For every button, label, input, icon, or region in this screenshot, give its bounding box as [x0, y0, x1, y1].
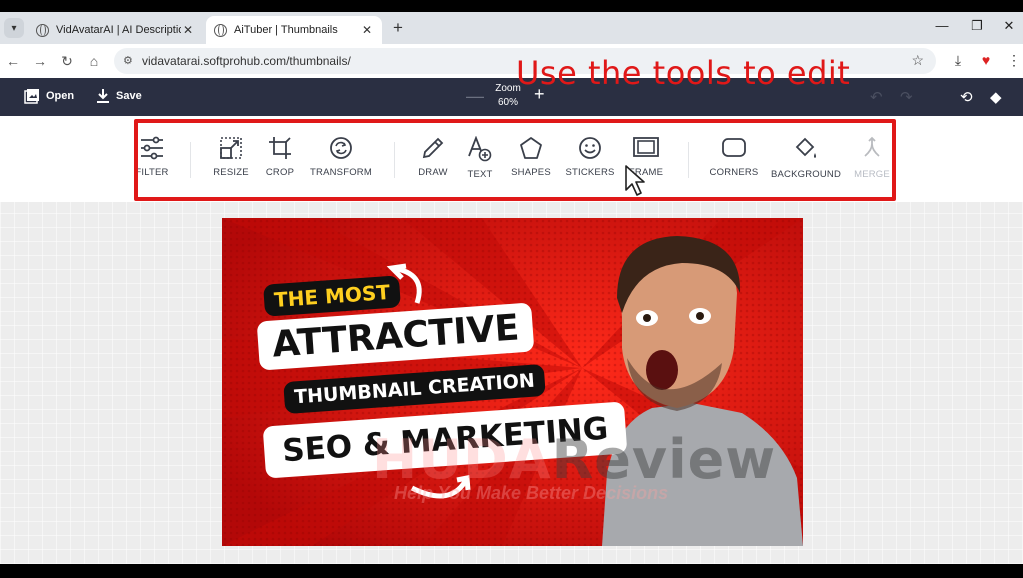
forward-button[interactable]: → — [31, 52, 49, 70]
line1-text: THE MOST — [273, 279, 391, 313]
maximize-button[interactable]: ❐ — [965, 18, 989, 34]
download-icon — [97, 89, 109, 103]
download-icon[interactable]: ⤓ — [948, 52, 968, 69]
mouse-cursor-icon — [625, 165, 645, 196]
extension-icon[interactable]: ♥ — [976, 52, 996, 68]
thumbnail-canvas[interactable]: THE MOST ATTRACTIVE THUMBNAIL CREATION S… — [222, 218, 803, 546]
home-button[interactable]: ⌂ — [85, 52, 103, 70]
menu-icon[interactable]: ⋮ — [1004, 52, 1023, 69]
watermark-a: HUDA — [372, 428, 552, 491]
watermark-b: Review — [551, 428, 777, 491]
tab-strip: ▾ VidAvatarAI | AI Description ✕ AiTuber… — [0, 12, 1023, 44]
redo-icon[interactable]: ↷ — [900, 88, 913, 106]
undo-icon[interactable]: ↶ — [870, 88, 883, 106]
zoom-value: 60% — [497, 97, 518, 108]
editor-header: Open Save — Zoom 60% + ↶ ↷ ⟲ ◆ — [0, 78, 1023, 116]
canvas-area[interactable]: THE MOST ATTRACTIVE THUMBNAIL CREATION S… — [0, 202, 1023, 564]
tab-title: AiTuber | Thumbnails — [234, 24, 338, 36]
save-button[interactable]: Save — [96, 88, 142, 104]
zoom-out-button[interactable]: — — [466, 86, 484, 107]
screen: ▾ VidAvatarAI | AI Description ✕ AiTuber… — [0, 0, 1023, 578]
history-icon[interactable]: ⟲ — [960, 88, 973, 106]
tab-aituber[interactable]: AiTuber | Thumbnails ✕ — [206, 16, 382, 44]
open-button[interactable]: Open — [24, 88, 74, 104]
back-button[interactable]: ← — [4, 52, 22, 70]
new-tab-button[interactable]: + — [388, 18, 408, 38]
browser-window: ▾ VidAvatarAI | AI Description ✕ AiTuber… — [0, 12, 1023, 564]
open-label: Open — [46, 90, 75, 102]
image-icon — [24, 89, 39, 104]
navigation-bar: ← → ↻ ⌂ ⚙ vidavatarai.softprohub.com/thu… — [0, 44, 1023, 78]
close-window-button[interactable]: ✕ — [997, 18, 1021, 34]
bookmark-star-icon[interactable]: ☆ — [911, 52, 924, 69]
instruction-caption: Use the tools to edit — [516, 54, 851, 92]
reload-button[interactable]: ↻ — [58, 52, 76, 70]
close-tab-icon[interactable]: ✕ — [360, 23, 374, 37]
tab-search-button[interactable]: ▾ — [4, 18, 24, 38]
tab-vidavatarai[interactable]: VidAvatarAI | AI Description ✕ — [28, 16, 203, 44]
highlight-box — [134, 119, 896, 201]
site-info-icon[interactable]: ⚙ — [123, 54, 133, 67]
watermark-tagline: Help You Make Better Decisions — [394, 483, 669, 503]
save-label: Save — [116, 90, 142, 102]
watermark-logo: HUDAReview — [372, 428, 776, 491]
globe-icon — [36, 23, 49, 37]
close-tab-icon[interactable]: ✕ — [181, 23, 195, 37]
url-text: vidavatarai.softprohub.com/thumbnails/ — [142, 54, 351, 68]
tab-title: VidAvatarAI | AI Description — [56, 24, 181, 36]
layers-icon[interactable]: ◆ — [990, 88, 1002, 106]
minimize-button[interactable]: — — [930, 18, 954, 33]
globe-icon — [214, 23, 227, 37]
